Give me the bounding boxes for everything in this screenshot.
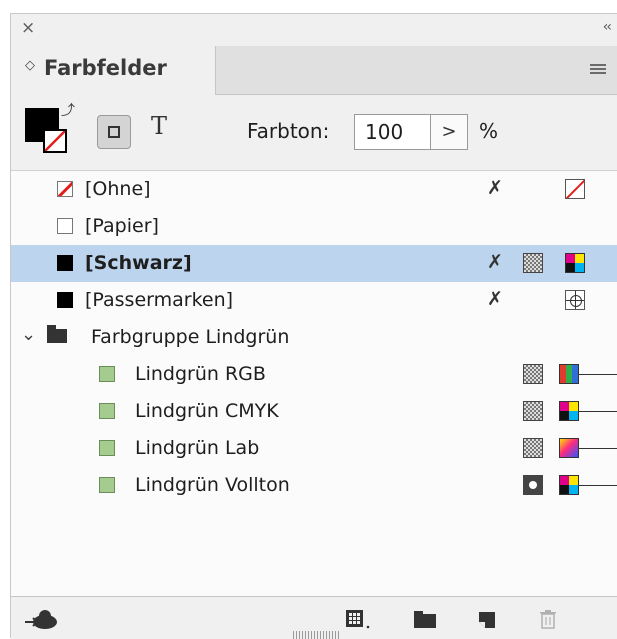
swatch-name: Lindgrün Lab xyxy=(135,437,260,459)
not-editable-icon: ✗ xyxy=(487,288,503,310)
tab-farbfelder[interactable]: ◇ Farbfelder xyxy=(11,46,216,95)
swatch-green-chip xyxy=(99,440,115,456)
swatch-name: [Papier] xyxy=(85,215,159,237)
new-swatch-icon[interactable] xyxy=(477,609,497,629)
swatch-green-chip xyxy=(99,477,115,493)
process-color-icon xyxy=(523,364,543,384)
process-color-icon xyxy=(523,253,543,273)
tint-input[interactable]: 100 xyxy=(354,114,431,150)
tab-row: ◇ Farbfelder xyxy=(11,46,617,95)
swatches-panel: × ‹‹ ◇ Farbfelder ⤴ T Farbton: 100 > % [… xyxy=(10,13,617,639)
group-connector-line xyxy=(579,485,617,486)
swatch-name: [Passermarken] xyxy=(85,289,234,311)
swatch-name: [Schwarz] xyxy=(85,252,192,274)
group-connector-line xyxy=(579,411,617,412)
swatch-none-chip xyxy=(57,181,73,197)
swatch-list: [Ohne] ✗ [Papier] [Schwarz] ✗ [Passermar… xyxy=(11,170,617,597)
color-group-row[interactable]: ⌄ Farbgruppe Lindgrün xyxy=(11,319,617,356)
swatch-row-schwarz[interactable]: [Schwarz] ✗ xyxy=(11,245,617,282)
group-connector-line xyxy=(579,448,617,449)
show-swatch-views-icon[interactable] xyxy=(345,609,371,629)
new-color-group-icon[interactable] xyxy=(413,609,437,629)
swatch-row-papier[interactable]: [Papier] xyxy=(11,208,617,245)
swatch-green-chip xyxy=(99,366,115,382)
swatch-paper-chip xyxy=(57,218,73,234)
lab-mode-icon xyxy=(559,438,579,458)
folder-icon xyxy=(47,325,67,343)
cc-library-icon[interactable] xyxy=(25,609,59,629)
process-color-icon xyxy=(523,438,543,458)
chevron-down-icon[interactable]: ⌄ xyxy=(21,324,36,345)
none-mode-icon xyxy=(565,179,585,199)
swatch-row-lindgruen-rgb[interactable]: Lindgrün RGB xyxy=(11,356,617,393)
swatch-black-chip xyxy=(57,255,73,271)
rgb-mode-icon xyxy=(559,364,579,384)
not-editable-icon: ✗ xyxy=(487,177,503,199)
panel-menu-icon[interactable] xyxy=(590,64,606,76)
tint-slider-button[interactable]: > xyxy=(430,114,468,150)
container-icon xyxy=(108,126,120,138)
swatch-row-lindgruen-vollton[interactable]: Lindgrün Vollton xyxy=(11,467,617,504)
formatting-container-button[interactable] xyxy=(97,115,131,149)
tab-options-icon[interactable]: ◇ xyxy=(25,58,35,73)
fill-stroke-row: ⤴ T Farbton: 100 > % xyxy=(11,94,617,170)
cmyk-mode-icon xyxy=(565,253,585,273)
swatch-row-passermarken[interactable]: [Passermarken] ✗ xyxy=(11,282,617,319)
panel-title-strip: × ‹‹ xyxy=(11,14,617,46)
delete-swatch-icon[interactable] xyxy=(539,609,557,629)
swatch-name: Lindgrün CMYK xyxy=(135,400,279,422)
collapse-panel-icon[interactable]: ‹‹ xyxy=(603,19,612,35)
panel-footer xyxy=(11,596,617,639)
swatch-green-chip xyxy=(99,403,115,419)
percent-label: % xyxy=(479,119,499,143)
cmyk-mode-icon xyxy=(559,475,579,495)
cmyk-mode-icon xyxy=(559,401,579,421)
registration-icon xyxy=(565,290,585,310)
swatch-registration-chip xyxy=(57,292,73,308)
process-color-icon xyxy=(523,401,543,421)
swatch-row-ohne[interactable]: [Ohne] ✗ xyxy=(11,171,617,208)
swatch-row-lindgruen-lab[interactable]: Lindgrün Lab xyxy=(11,430,617,467)
close-panel-icon[interactable]: × xyxy=(21,18,35,38)
group-connector-line xyxy=(579,374,617,375)
swap-fill-stroke-icon[interactable]: ⤴ xyxy=(61,100,75,120)
swatch-name: [Ohne] xyxy=(85,178,151,200)
not-editable-icon: ✗ xyxy=(487,251,503,273)
resize-grip[interactable] xyxy=(293,631,339,639)
spot-color-icon xyxy=(523,475,543,495)
swatch-name: Lindgrün RGB xyxy=(135,363,266,385)
swatch-row-lindgruen-cmyk[interactable]: Lindgrün CMYK xyxy=(11,393,617,430)
tint-label: Farbton: xyxy=(247,119,330,143)
tab-label: Farbfelder xyxy=(44,56,167,80)
formatting-text-button[interactable]: T xyxy=(151,112,167,140)
swatch-name: Lindgrün Vollton xyxy=(135,474,290,496)
stroke-swatch[interactable] xyxy=(43,129,67,153)
group-name: Farbgruppe Lindgrün xyxy=(91,326,290,348)
